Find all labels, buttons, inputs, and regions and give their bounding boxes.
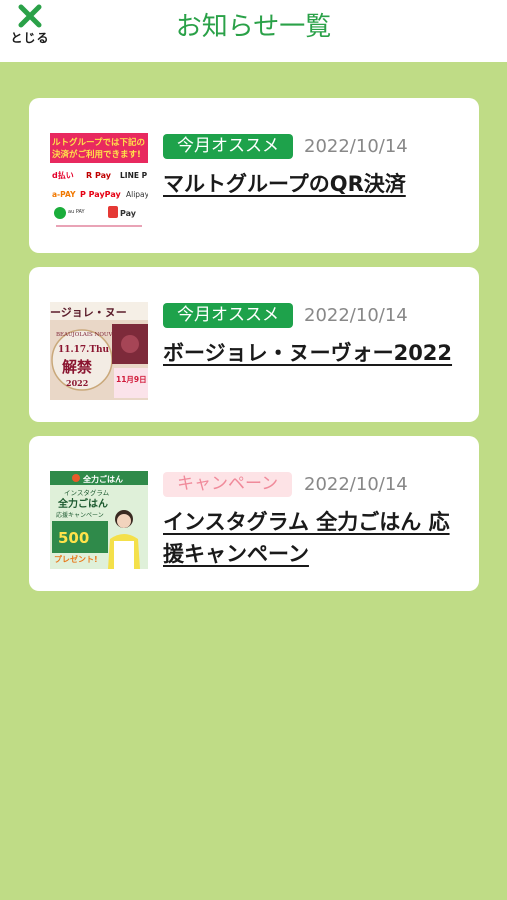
news-title-link[interactable]: マルトグループのQR決済 [163,168,463,200]
news-date: 2022/10/14 [304,136,408,157]
thumb-kaikin-text: 解禁 [62,358,92,376]
thumb-present-text: プレゼント! [54,554,98,564]
thumb-year-text: 2022 [66,378,88,388]
pay-label: P PayPay [80,190,121,199]
pay-label: LINE P [120,171,148,180]
thumb-text-2: 全力ごはん [57,497,108,510]
pay-label: Pay [120,209,137,218]
news-title-link[interactable]: インスタグラム 全力ごはん 応援キャンペーン [163,506,463,570]
thumb-reserve-text: 11月9日 ご予約 [116,374,148,384]
thumb-date-text: 11.17.Thu [58,345,110,355]
news-thumbnail-qr: ルトグループでは下記の 決済がご利用できます! d払い R Pay LINE P… [50,133,148,231]
news-title-link[interactable]: ボージョレ・ヌーヴォー2022 [163,337,463,369]
news-tag: 今月オススメ [163,303,293,328]
pay-label: Alipay [126,190,148,199]
thumb-text-1: インスタグラム [64,488,110,497]
news-item[interactable]: 全力ごはん インスタグラム 全力ごはん 応援キャンペーン 500 プレゼント! … [29,436,479,591]
news-tag: 今月オススメ [163,134,293,159]
news-thumbnail-instagram: 全力ごはん インスタグラム 全力ごはん 応援キャンペーン 500 プレゼント! [50,471,148,569]
pay-label: R Pay [86,171,112,180]
news-thumbnail-beaujolais: ージョレ・ヌー BEAUJOLAIS NOUVEAU 11.17.Thu 解禁 … [50,302,148,400]
pay-label: d払い [52,170,74,180]
news-item[interactable]: ルトグループでは下記の 決済がご利用できます! d払い R Pay LINE P… [29,98,479,253]
thumb-prize-text: 500 [58,529,89,547]
thumb-banner-text: ージョレ・ヌー [50,306,127,319]
news-item[interactable]: ージョレ・ヌー BEAUJOLAIS NOUVEAU 11.17.Thu 解禁 … [29,267,479,422]
pay-label: a-PAY [52,190,76,199]
header-bar: とじる お知らせ一覧 [0,0,507,62]
thumb-text-1: ルトグループでは下記の [52,137,145,148]
page-title: お知らせ一覧 [175,12,332,42]
news-date: 2022/10/14 [304,305,408,326]
news-date: 2022/10/14 [304,474,408,495]
thumb-brand-text: 全力ごはん [82,474,123,484]
thumb-text-3: 応援キャンペーン [56,511,104,519]
news-tag: キャンペーン [163,472,293,497]
pay-label: au PAY [68,209,86,215]
thumb-text-2: 決済がご利用できます! [52,149,141,160]
